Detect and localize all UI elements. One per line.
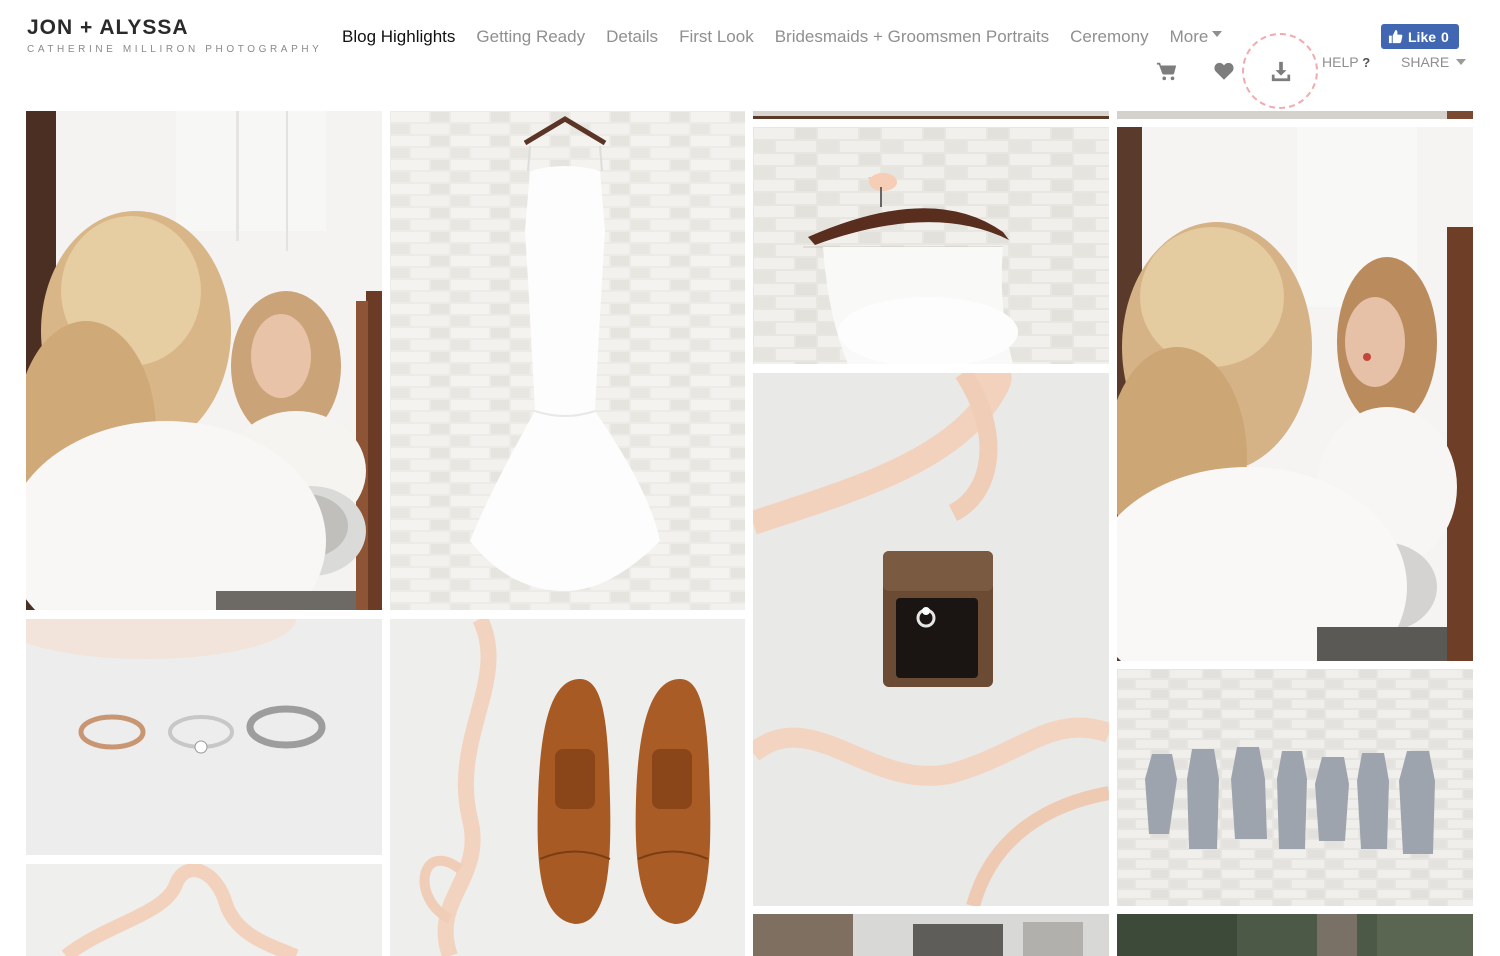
nav-item-ceremony[interactable]: Ceremony (1070, 26, 1148, 48)
heart-icon (1214, 62, 1234, 80)
nav-item-details[interactable]: Details (606, 26, 658, 48)
cart-icon (1156, 62, 1177, 81)
favorites-button[interactable] (1211, 58, 1237, 84)
download-icon (1271, 61, 1291, 82)
photo-image (390, 619, 745, 956)
chevron-down-icon (1456, 59, 1467, 65)
gallery-photo-bride-lipstick[interactable] (26, 111, 382, 610)
gallery-title: JON + ALYSSA (27, 16, 189, 39)
gallery-photo-hanger-bow[interactable] (753, 127, 1109, 364)
gallery-photo-dress-top-crop[interactable] (753, 111, 1109, 119)
photo-image (26, 864, 382, 956)
gallery-photo-house[interactable] (753, 914, 1109, 956)
nav-item-blog-highlights[interactable]: Blog Highlights (342, 26, 455, 48)
gallery-photo-bride-top-crop[interactable] (1117, 111, 1473, 119)
cart-button[interactable] (1154, 58, 1180, 84)
share-label: SHARE (1401, 54, 1450, 70)
photo-image (753, 373, 1109, 906)
category-nav: Blog Highlights Getting Ready Details Fi… (342, 26, 1223, 48)
gallery-brand[interactable]: JON + ALYSSA CATHERINE MILLIRON PHOTOGRA… (27, 16, 322, 55)
nav-item-getting-ready[interactable]: Getting Ready (476, 26, 585, 48)
gallery-photo-trees[interactable] (1117, 914, 1473, 956)
gallery-photo-ring-box[interactable] (753, 373, 1109, 906)
photo-image (26, 619, 382, 855)
photo-image (1117, 669, 1473, 906)
nav-item-bridesmaids-groomsmen[interactable]: Bridesmaids + Groomsmen Portraits (775, 26, 1049, 48)
photo-image (753, 127, 1109, 364)
nav-more-label: More (1169, 27, 1209, 46)
gallery-photo-rings[interactable] (26, 619, 382, 855)
photo-image (390, 111, 745, 610)
gallery-photo-bride-mirror[interactable] (1117, 127, 1473, 661)
gallery-photo-dress-shoes[interactable] (390, 619, 745, 956)
photo-image (1117, 127, 1473, 661)
like-label: Like (1408, 28, 1437, 45)
gallery-photo-bridesmaid-dresses[interactable] (1117, 669, 1473, 906)
photo-image (753, 914, 1109, 956)
photographer-name: CATHERINE MILLIRON PHOTOGRAPHY (27, 44, 323, 55)
share-dropdown[interactable]: SHARE (1401, 54, 1467, 70)
photo-image (1117, 111, 1473, 119)
help-link[interactable]: HELP ? (1322, 54, 1370, 70)
like-count: 0 (1441, 28, 1449, 45)
chevron-down-icon (1212, 31, 1223, 37)
question-icon: ? (1362, 55, 1371, 70)
nav-more-dropdown[interactable]: More (1170, 26, 1223, 48)
photo-image (1117, 914, 1473, 956)
photo-image (26, 111, 382, 610)
nav-item-first-look[interactable]: First Look (679, 26, 754, 48)
photo-image (753, 111, 1109, 119)
gallery-photo-wedding-dress[interactable] (390, 111, 745, 610)
gallery-photo-ribbon[interactable] (26, 864, 382, 956)
help-label: HELP (1322, 54, 1359, 70)
download-button[interactable] (1268, 58, 1294, 84)
thumbs-up-icon (1388, 29, 1403, 44)
facebook-like-button[interactable]: Like 0 (1381, 24, 1459, 49)
